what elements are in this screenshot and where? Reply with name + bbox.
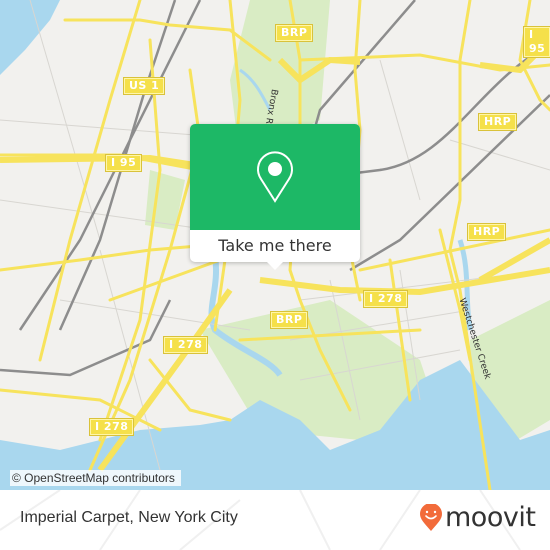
moovit-logo[interactable]: moovit — [420, 502, 536, 533]
shield-hrp-north: HRP — [477, 113, 518, 131]
shield-i278-west: I 278 — [88, 418, 135, 436]
popup-header[interactable] — [190, 124, 360, 230]
footer-bar: Imperial Carpet, New York City moovit — [0, 490, 550, 550]
shield-brp-south: BRP — [269, 311, 309, 329]
shield-brp-north: BRP — [274, 24, 314, 42]
shield-i278-east: I 278 — [362, 290, 409, 308]
shield-i278-mid: I 278 — [162, 336, 209, 354]
popup-pointer — [266, 261, 284, 270]
map-view[interactable]: US 1 I 95 BRP I 95 HRP HRP BRP I 278 I 2… — [0, 0, 550, 490]
water-body — [0, 0, 60, 75]
moovit-pin-icon — [420, 504, 442, 531]
shield-hrp-south: HRP — [466, 223, 507, 241]
directions-popup[interactable]: Take me there — [190, 124, 360, 270]
place-name: Imperial Carpet, New York City — [20, 509, 238, 526]
moovit-wordmark: moovit — [445, 502, 536, 533]
map-attribution[interactable]: © OpenStreetMap contributors — [10, 470, 181, 486]
shield-i95-east: I 95 — [522, 26, 550, 58]
shield-us1: US 1 — [122, 77, 166, 95]
shield-i95-west: I 95 — [104, 154, 143, 172]
take-me-there-button[interactable]: Take me there — [190, 230, 360, 262]
location-pin-icon — [257, 151, 293, 203]
